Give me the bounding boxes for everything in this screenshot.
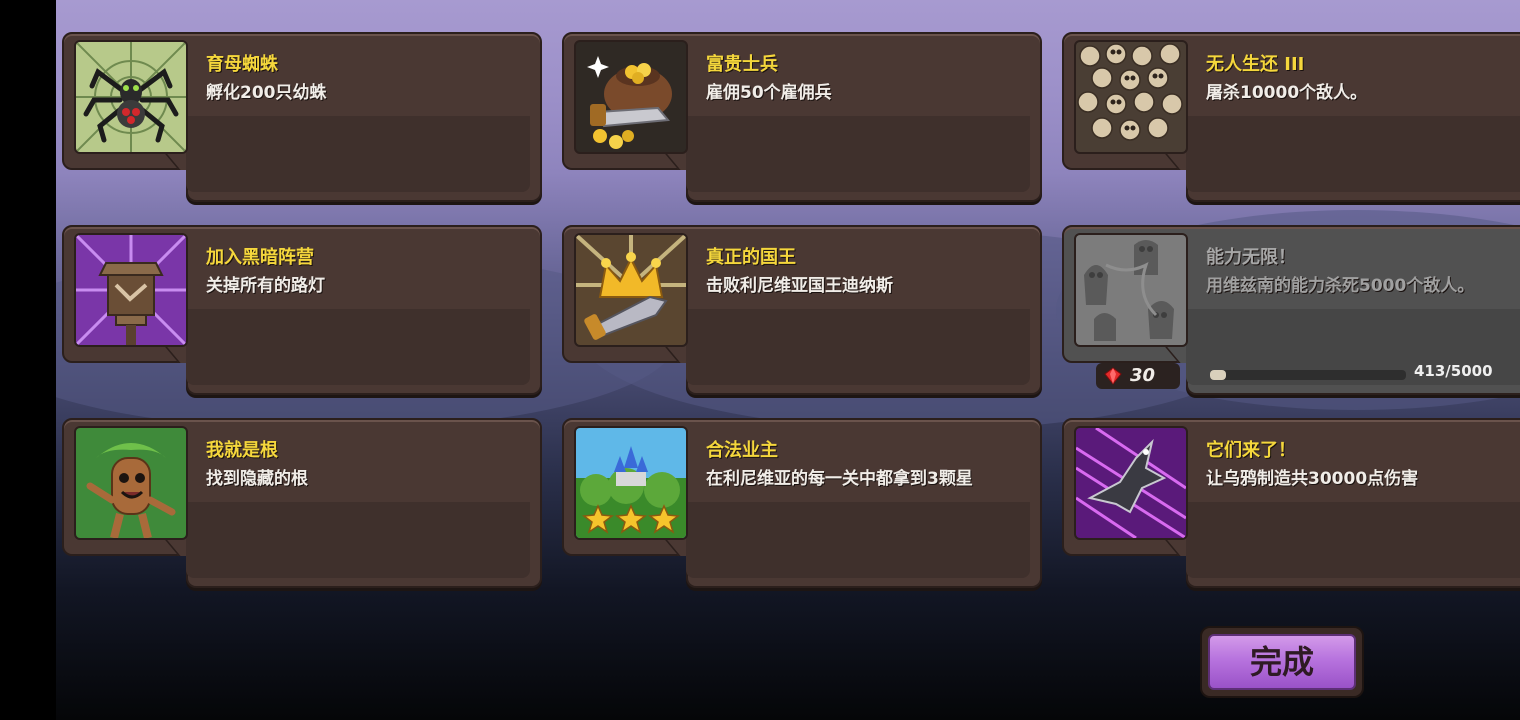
achievement-card[interactable]: 加入黑暗阵营 关掉所有的路灯	[62, 225, 542, 397]
done-button-label[interactable]: 完成	[1208, 634, 1356, 690]
achievement-title: 合法业主	[706, 440, 778, 461]
achievement-description: 让乌鸦制造共30000点伤害	[1206, 469, 1419, 489]
achievement-title: 它们来了！	[1206, 440, 1296, 461]
achievements-screen: 育母蜘蛛 孵化200只幼蛛 富贵士兵 雇佣50个雇佣兵 无人生还 III 屠杀1…	[56, 0, 1520, 720]
achievement-title: 无人生还 III	[1206, 54, 1305, 75]
achievement-description: 屠杀10000个敌人。	[1206, 83, 1368, 103]
achievement-description: 在利尼维亚的每一关中都拿到3颗星	[706, 469, 973, 489]
achievement-description: 找到隐藏的根	[206, 469, 308, 489]
achievement-description: 击败利尼维亚国王迪纳斯	[706, 276, 893, 296]
skull-pile-icon	[1074, 40, 1188, 154]
achievement-description: 关掉所有的路灯	[206, 276, 325, 296]
gem-icon	[1104, 367, 1122, 385]
achievement-card-locked[interactable]: 能力无限！ 用维兹南的能力杀死5000个敌人。 30 413/5000	[1062, 225, 1520, 397]
achievement-title: 真正的国王	[706, 247, 796, 268]
gem-reward: 30	[1096, 363, 1180, 389]
achievement-card[interactable]: 育母蜘蛛 孵化200只幼蛛	[62, 32, 542, 204]
achievement-description: 孵化200只幼蛛	[206, 83, 327, 103]
achievement-card[interactable]: 合法业主 在利尼维亚的每一关中都拿到3颗星	[562, 418, 1042, 590]
achievement-title: 富贵士兵	[706, 54, 778, 75]
achievement-card[interactable]: 真正的国王 击败利尼维亚国王迪纳斯	[562, 225, 1042, 397]
achievement-card[interactable]: 它们来了！ 让乌鸦制造共30000点伤害	[1062, 418, 1520, 590]
gold-sack-icon	[574, 40, 688, 154]
achievement-card[interactable]: 我就是根 找到隐藏的根	[62, 418, 542, 590]
progress-fill	[1210, 370, 1227, 380]
shadow-souls-icon	[1074, 233, 1188, 347]
done-button[interactable]: 完成	[1200, 626, 1364, 698]
achievement-title: 能力无限！	[1206, 247, 1296, 268]
achievement-title: 加入黑暗阵营	[206, 247, 314, 268]
achievement-description: 雇佣50个雇佣兵	[706, 83, 832, 103]
reward-amount: 30	[1130, 365, 1156, 386]
three-stars-icon	[574, 426, 688, 540]
achievement-description: 用维兹南的能力杀死5000个敌人。	[1206, 276, 1475, 296]
lantern-icon	[74, 233, 188, 347]
achievement-title: 育母蜘蛛	[206, 54, 278, 75]
progress-bar	[1210, 370, 1406, 380]
achievement-card[interactable]: 无人生还 III 屠杀10000个敌人。	[1062, 32, 1520, 204]
crown-sword-icon	[574, 233, 688, 347]
crow-icon	[1074, 426, 1188, 540]
progress-text: 413/5000	[1414, 362, 1493, 380]
spider-icon	[74, 40, 188, 154]
achievement-card[interactable]: 富贵士兵 雇佣50个雇佣兵	[562, 32, 1042, 204]
tree-root-icon	[74, 426, 188, 540]
achievement-title: 我就是根	[206, 440, 278, 461]
